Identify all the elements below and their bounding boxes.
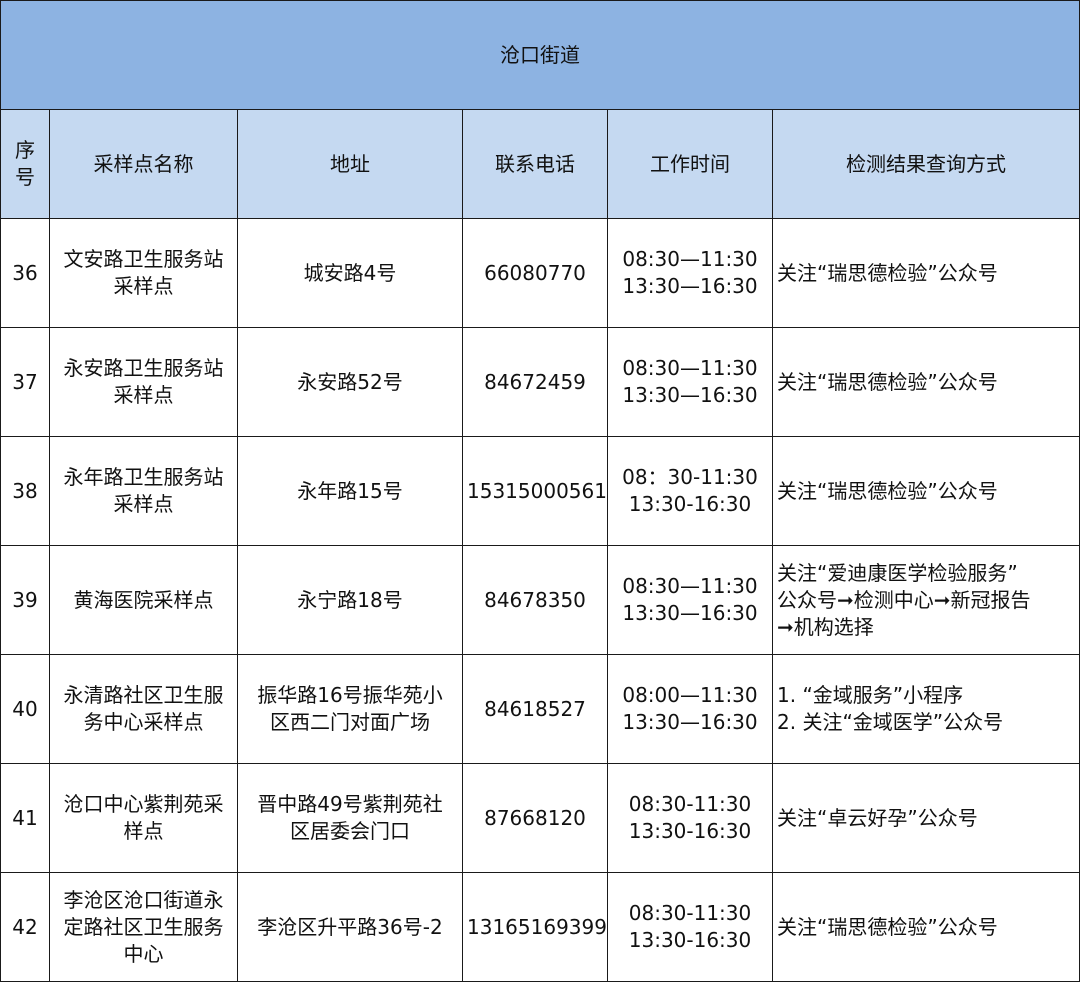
cell-query: 关注“瑞思德检验”公众号 [771, 218, 1080, 328]
cell-address: 永安路52号 [237, 327, 463, 437]
cell-query: 关注“瑞思德检验”公众号 [771, 327, 1080, 437]
header-address: 地址 [237, 109, 463, 219]
cell-index: 39 [0, 545, 50, 655]
table-row: 39 黄海医院采样点 永宁路18号 84678350 08:30—11:30 1… [0, 545, 1080, 655]
cell-name: 沧口中心紫荆苑采 样点 [49, 763, 238, 873]
cell-phone: 13165169399 [462, 872, 608, 982]
sampling-points-table: 沧口街道 序 号 采样点名称 地址 联系电话 工作时间 检测结果查询方式 36 … [0, 0, 1080, 982]
header-hours: 工作时间 [607, 109, 773, 219]
cell-hours: 08:30—11:30 13:30—16:30 [607, 545, 773, 655]
cell-index: 36 [0, 218, 50, 328]
cell-address: 城安路4号 [237, 218, 463, 328]
cell-hours: 08:30—11:30 13:30—16:30 [607, 327, 773, 437]
cell-name: 黄海医院采样点 [49, 545, 238, 655]
cell-name: 李沧区沧口街道永 定路社区卫生服务 中心 [49, 872, 238, 982]
header-phone: 联系电话 [462, 109, 608, 219]
cell-index: 38 [0, 436, 50, 546]
cell-query: 关注“瑞思德检验”公众号 [771, 436, 1080, 546]
cell-index: 40 [0, 654, 50, 764]
cell-address: 永宁路18号 [237, 545, 463, 655]
header-row: 序 号 采样点名称 地址 联系电话 工作时间 检测结果查询方式 [0, 109, 1080, 219]
cell-hours: 08:30-11:30 13:30-16:30 [607, 872, 773, 982]
table-row: 41 沧口中心紫荆苑采 样点 晋中路49号紫荆苑社 区居委会门口 8766812… [0, 763, 1080, 873]
cell-hours: 08:30-11:30 13:30-16:30 [607, 763, 773, 873]
cell-name: 永安路卫生服务站 采样点 [49, 327, 238, 437]
cell-name: 永年路卫生服务站 采样点 [49, 436, 238, 546]
cell-address: 李沧区升平路36号-2 [237, 872, 463, 982]
cell-query: 关注“卓云好孕”公众号 [771, 763, 1080, 873]
cell-hours: 08:00—11:30 13:30—16:30 [607, 654, 773, 764]
cell-address: 永年路15号 [237, 436, 463, 546]
table-row: 40 永清路社区卫生服 务中心采样点 振华路16号振华苑小 区西二门对面广场 8… [0, 654, 1080, 764]
cell-phone: 84672459 [462, 327, 608, 437]
cell-address: 晋中路49号紫荆苑社 区居委会门口 [237, 763, 463, 873]
header-index: 序 号 [0, 109, 50, 219]
cell-name: 文安路卫生服务站 采样点 [49, 218, 238, 328]
cell-phone: 84678350 [462, 545, 608, 655]
table-row: 42 李沧区沧口街道永 定路社区卫生服务 中心 李沧区升平路36号-2 1316… [0, 872, 1080, 982]
cell-name: 永清路社区卫生服 务中心采样点 [49, 654, 238, 764]
cell-phone: 66080770 [462, 218, 608, 328]
table-row: 37 永安路卫生服务站 采样点 永安路52号 84672459 08:30—11… [0, 327, 1080, 437]
cell-phone: 87668120 [462, 763, 608, 873]
table-row: 38 永年路卫生服务站 采样点 永年路15号 15315000561 08：30… [0, 436, 1080, 546]
cell-hours: 08:30—11:30 13:30—16:30 [607, 218, 773, 328]
cell-address: 振华路16号振华苑小 区西二门对面广场 [237, 654, 463, 764]
cell-index: 41 [0, 763, 50, 873]
cell-query: 关注“爱迪康医学检验服务” 公众号➞检测中心➞新冠报告 ➞机构选择 [771, 545, 1080, 655]
header-query: 检测结果查询方式 [771, 109, 1080, 219]
table-row: 36 文安路卫生服务站 采样点 城安路4号 66080770 08:30—11:… [0, 218, 1080, 328]
table-title: 沧口街道 [0, 0, 1080, 110]
cell-hours: 08：30-11:30 13:30-16:30 [607, 436, 773, 546]
cell-index: 42 [0, 872, 50, 982]
cell-phone: 84618527 [462, 654, 608, 764]
cell-index: 37 [0, 327, 50, 437]
cell-phone: 15315000561 [462, 436, 608, 546]
header-name: 采样点名称 [49, 109, 238, 219]
cell-query: 1. “金域服务”小程序 2. 关注“金域医学”公众号 [771, 654, 1080, 764]
cell-query: 关注“瑞思德检验”公众号 [771, 872, 1080, 982]
